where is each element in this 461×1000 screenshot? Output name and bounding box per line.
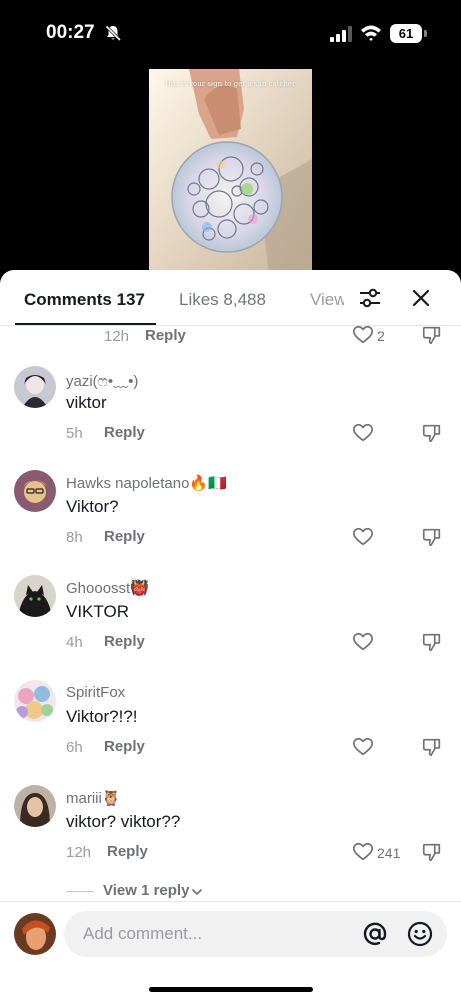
sun-catcher-image	[149, 69, 312, 274]
comment-time: 8h	[66, 529, 83, 546]
heart-icon[interactable]	[352, 526, 374, 548]
battery-icon: 61	[390, 24, 422, 43]
comment-time: 12h	[104, 328, 130, 345]
comments-sheet: Comments 137 Likes 8,488 Views 12h Reply…	[0, 270, 461, 1000]
video-caption: this is your sign to get a sun catcher	[165, 80, 296, 88]
avatar[interactable]	[14, 366, 56, 408]
tab-views[interactable]: Views	[310, 290, 344, 310]
avatar[interactable]	[14, 575, 56, 617]
reply-button[interactable]: Reply	[104, 528, 145, 545]
heart-icon[interactable]	[352, 736, 374, 758]
tab-likes[interactable]: Likes 8,488	[179, 290, 266, 310]
avatar[interactable]	[14, 680, 56, 722]
comment-username[interactable]: yazi(ෆ•﹏•)	[66, 370, 138, 391]
comment-text: Viktor?	[66, 497, 119, 516]
comment-username[interactable]: mariii🦉	[66, 789, 121, 807]
comment-input-placeholder: Add comment...	[83, 924, 203, 943]
reply-button[interactable]: Reply	[104, 633, 145, 650]
battery-tip	[424, 30, 427, 37]
comment-item: mariii🦉 viktor? viktor?? 12h Reply 241	[0, 785, 461, 885]
bell-slash-icon	[105, 25, 122, 42]
user-avatar	[14, 913, 56, 955]
heart-icon[interactable]	[352, 841, 374, 863]
video-thumbnail[interactable]: this is your sign to get a sun catcher	[149, 69, 312, 274]
partial-comment: 12h Reply 2	[0, 324, 461, 352]
status-bar: 00:27 61	[0, 0, 461, 62]
view-replies-label: View 1 reply	[103, 882, 190, 899]
comment-input-bar: Add comment...	[0, 901, 461, 1000]
status-time: 00:27	[46, 22, 95, 43]
reply-button[interactable]: Reply	[104, 424, 145, 441]
reply-button[interactable]: Reply	[145, 327, 186, 344]
view-replies-divider	[66, 891, 94, 892]
dislike-icon[interactable]	[421, 736, 443, 758]
filter-icon[interactable]	[358, 286, 382, 310]
heart-icon[interactable]	[352, 631, 374, 653]
comment-time: 4h	[66, 634, 83, 651]
home-indicator	[149, 987, 313, 992]
like-count: 241	[377, 845, 401, 861]
comment-text: VIKTOR	[66, 602, 129, 621]
comment-item: Hawks napoletano🔥🇮🇹 Viktor? 8h Reply	[0, 470, 461, 570]
comment-username[interactable]: Ghooosst👹	[66, 579, 149, 597]
reply-button[interactable]: Reply	[104, 738, 145, 755]
dislike-icon[interactable]	[421, 841, 443, 863]
heart-icon[interactable]	[352, 422, 374, 444]
comment-username[interactable]: SpiritFox	[66, 684, 125, 701]
reply-button[interactable]: Reply	[107, 843, 148, 860]
comment-text: viktor? viktor??	[66, 812, 181, 831]
comment-time: 5h	[66, 425, 83, 442]
heart-icon[interactable]	[352, 324, 374, 346]
avatar[interactable]	[14, 470, 56, 512]
comment-item: Ghooosst👹 VIKTOR 4h Reply	[0, 575, 461, 675]
comment-item: SpiritFox Viktor?!?! 6h Reply	[0, 680, 461, 780]
at-mention-icon[interactable]	[362, 921, 388, 947]
wifi-icon	[361, 25, 381, 41]
tab-active-indicator	[15, 323, 156, 325]
tab-bar: Comments 137 Likes 8,488 Views	[0, 270, 461, 326]
dislike-icon[interactable]	[421, 324, 443, 346]
signal-icon	[330, 26, 352, 42]
comment-text: Viktor?!?!	[66, 707, 138, 726]
like-count: 2	[377, 328, 385, 344]
comment-input[interactable]: Add comment...	[64, 911, 447, 957]
avatar[interactable]	[14, 785, 56, 827]
comment-time: 6h	[66, 739, 83, 756]
view-replies-button[interactable]: View 1 reply	[66, 881, 266, 903]
comment-item: yazi(ෆ•﹏•) viktor 5h Reply	[0, 366, 461, 466]
chevron-down-icon	[192, 889, 202, 895]
dislike-icon[interactable]	[421, 422, 443, 444]
close-icon[interactable]	[409, 286, 433, 310]
comment-text: viktor	[66, 393, 107, 412]
dislike-icon[interactable]	[421, 631, 443, 653]
emoji-icon[interactable]	[407, 921, 433, 947]
tab-comments[interactable]: Comments 137	[24, 290, 145, 310]
comment-time: 12h	[66, 844, 92, 861]
dislike-icon[interactable]	[421, 526, 443, 548]
comment-username[interactable]: Hawks napoletano🔥🇮🇹	[66, 474, 227, 492]
